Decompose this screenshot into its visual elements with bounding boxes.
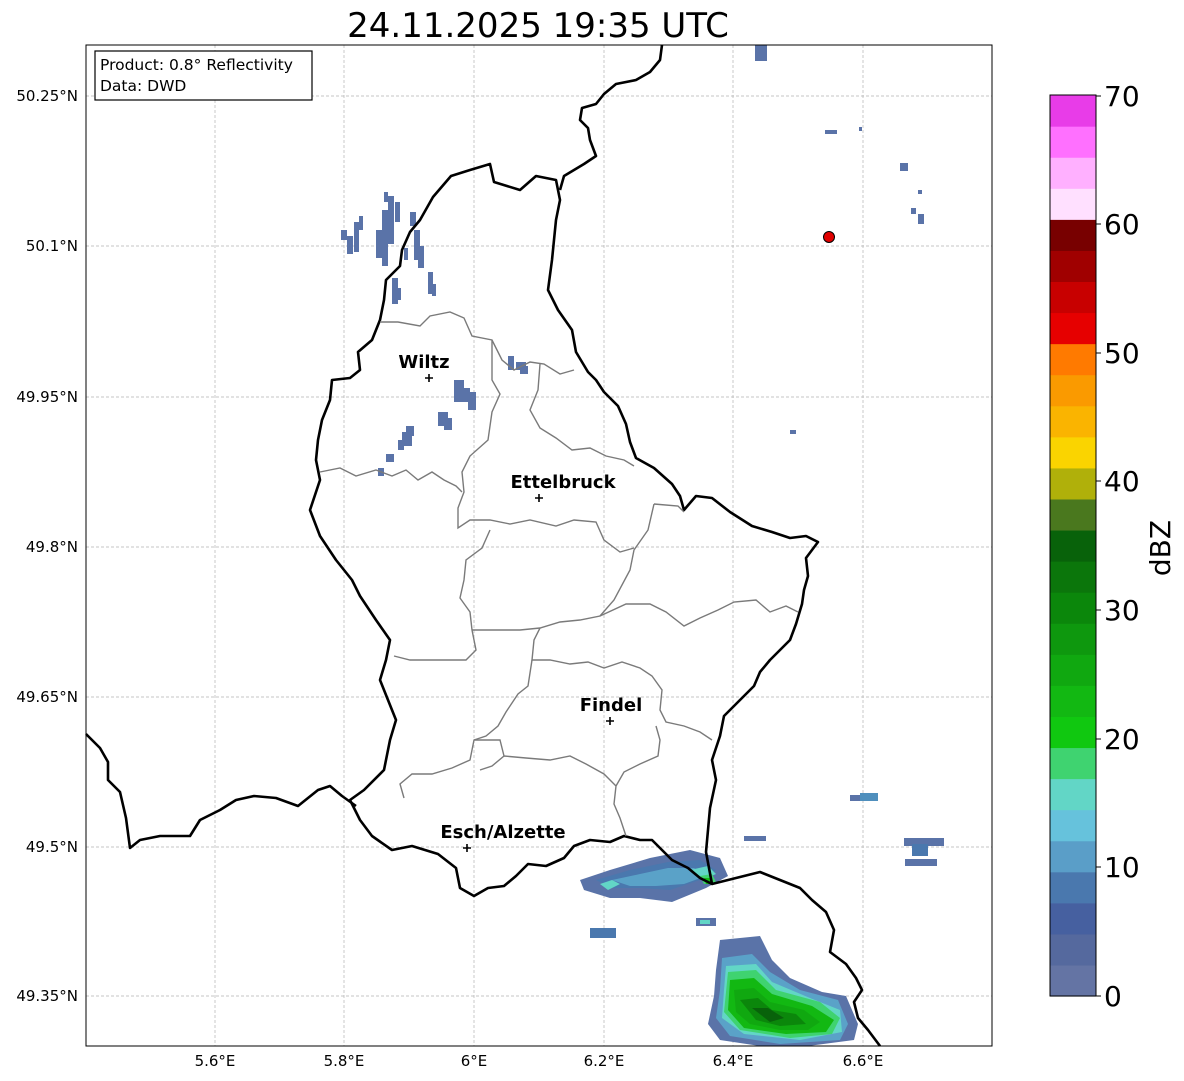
city-label-wiltz: Wiltz: [398, 352, 449, 373]
colorbar-segment: [1050, 716, 1096, 749]
colorbar-segment: [1050, 964, 1096, 997]
colorbar-segment: [1050, 933, 1096, 966]
colorbar-segment: [1050, 219, 1096, 251]
lon-tick-label: 5.8°E: [324, 1052, 365, 1070]
colorbar-tick-label: 30: [1104, 594, 1140, 627]
colorbar-segment: [1050, 809, 1096, 842]
colorbar-segment: [1050, 126, 1096, 158]
lat-tick-label: 49.65°N: [16, 688, 78, 706]
map-frame: [86, 45, 992, 1046]
city-label-esch-alzette: Esch/Alzette: [440, 822, 565, 843]
lon-tick-label: 6.2°E: [584, 1052, 625, 1070]
colorbar-tick-label: 60: [1104, 208, 1140, 241]
info-product: Product: 0.8° Reflectivity: [100, 56, 293, 74]
colorbar-segment: [1050, 436, 1096, 469]
colorbar-segment: [1050, 95, 1096, 127]
colorbar-segment: [1050, 281, 1096, 314]
info-box: Product: 0.8° Reflectivity Data: DWD: [94, 50, 313, 101]
colorbar-segment: [1050, 592, 1096, 624]
colorbar-ticks: 0 10 20 30 40 50 60 70: [1096, 80, 1140, 1013]
lon-tick-label: 6.4°E: [713, 1052, 754, 1070]
colorbar-segment: [1050, 467, 1096, 500]
colorbar-tick-label: 70: [1104, 80, 1140, 113]
colorbar-tick-label: 10: [1104, 851, 1140, 884]
map-area: Wiltz Ettelbruck Findel Esch/Alzette Pro: [85, 44, 993, 1047]
colorbar-segment: [1050, 561, 1096, 593]
colorbar-segment: [1050, 778, 1096, 811]
info-data: Data: DWD: [100, 77, 186, 95]
lat-tick-label: 50.25°N: [16, 87, 78, 105]
lat-tick-label: 49.5°N: [26, 838, 78, 856]
lon-tick-label: 5.6°E: [195, 1052, 236, 1070]
colorbar-tick-label: 40: [1104, 465, 1140, 498]
city-label-ettelbruck: Ettelbruck: [510, 472, 616, 493]
colorbar-segment: [1050, 250, 1096, 283]
radar-site-marker: [823, 231, 835, 243]
colorbar-tick-label: 0: [1104, 980, 1122, 1013]
colorbar-segment: [1050, 747, 1096, 780]
colorbar-segment: [1050, 312, 1096, 345]
lat-tick-label: 49.8°N: [26, 538, 78, 556]
colorbar-segment: [1050, 902, 1096, 935]
latitude-ticks: 50.25°N 50.1°N 49.95°N 49.8°N 49.65°N 49…: [16, 87, 78, 1005]
colorbar: 0 10 20 30 40 50 60 70 dBZ: [1049, 80, 1177, 1013]
colorbar-segment: [1050, 157, 1096, 189]
colorbar-segment: [1050, 623, 1096, 655]
lat-tick-label: 49.35°N: [16, 987, 78, 1005]
colorbar-segment: [1050, 871, 1096, 904]
colorbar-segment: [1050, 374, 1096, 407]
map-title: 24.11.2025 19:35 UTC: [347, 6, 729, 46]
colorbar-tick-label: 50: [1104, 337, 1140, 370]
colorbar-segments: [1050, 95, 1096, 997]
colorbar-segment: [1050, 343, 1096, 376]
lon-tick-label: 6.6°E: [843, 1052, 884, 1070]
colorbar-label: dBZ: [1144, 520, 1177, 576]
longitude-ticks: 5.6°E 5.8°E 6°E 6.2°E 6.4°E 6.6°E: [195, 1052, 884, 1070]
city-label-findel: Findel: [580, 695, 643, 716]
colorbar-segment: [1050, 529, 1096, 562]
colorbar-segment: [1050, 405, 1096, 438]
colorbar-segment: [1050, 685, 1096, 717]
colorbar-segment: [1050, 654, 1096, 686]
colorbar-tick-label: 20: [1104, 723, 1140, 756]
lat-tick-label: 49.95°N: [16, 388, 78, 406]
colorbar-segment: [1050, 840, 1096, 873]
lon-tick-label: 6°E: [461, 1052, 488, 1070]
colorbar-segment: [1050, 498, 1096, 531]
colorbar-segment: [1050, 188, 1096, 220]
lat-tick-label: 50.1°N: [26, 237, 78, 255]
